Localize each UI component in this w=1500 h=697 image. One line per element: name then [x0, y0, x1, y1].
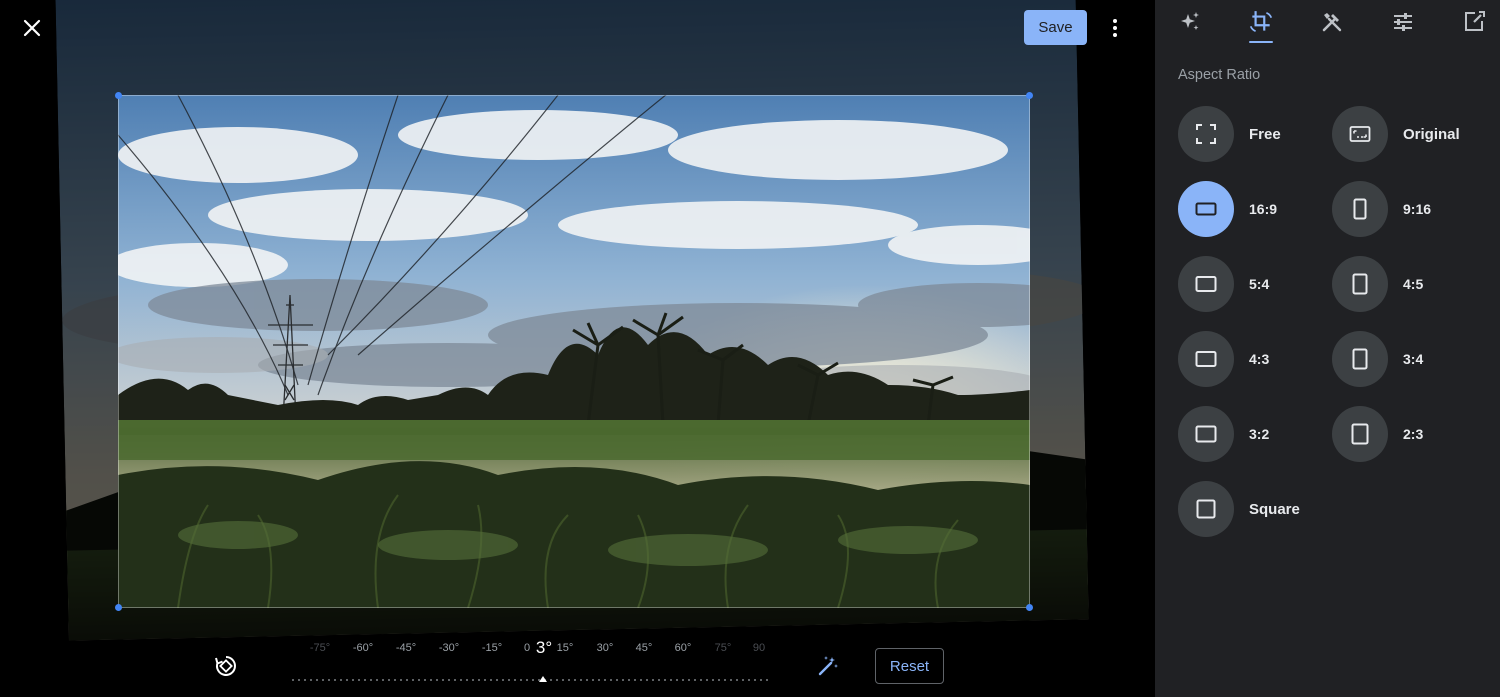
ratio-chip — [1332, 406, 1388, 462]
ratio-chip — [1178, 106, 1234, 162]
dial-tick: 90 — [752, 642, 766, 654]
ratio-chip — [1178, 181, 1234, 237]
aspect-ratio-heading: Aspect Ratio — [1178, 67, 1261, 83]
edit-tabs — [1155, 0, 1500, 44]
ratio-label: 4:3 — [1249, 351, 1270, 367]
ratio-option-original[interactable]: Original — [1332, 106, 1460, 162]
ratio-option-square[interactable]: Square — [1178, 481, 1300, 537]
close-icon — [23, 19, 41, 37]
ratio-chip — [1178, 481, 1234, 537]
ratio-option-2-3[interactable]: 2:3 — [1332, 406, 1423, 462]
ratio-option-3-4[interactable]: 3:4 — [1332, 331, 1423, 387]
landscape-icon — [1195, 425, 1217, 443]
tab-tools[interactable] — [1314, 4, 1350, 40]
ratio-chip — [1332, 331, 1388, 387]
crop-rotate-icon — [1249, 11, 1273, 33]
tab-markup[interactable] — [1456, 4, 1492, 40]
ratio-label: Square — [1249, 500, 1300, 518]
ratio-option-5-4[interactable]: 5:4 — [1178, 256, 1269, 312]
portrait-icon — [1353, 198, 1367, 220]
dial-tick: 0 — [523, 642, 531, 654]
sliders-icon — [1394, 13, 1412, 31]
crop-preview-image[interactable] — [118, 95, 1030, 608]
dial-tick: 75° — [714, 642, 732, 654]
ratio-chip — [1178, 256, 1234, 312]
dial-tick: -60° — [352, 642, 374, 654]
dial-pointer-icon — [539, 676, 547, 682]
ratio-chip — [1332, 256, 1388, 312]
more-vert-icon — [1113, 18, 1117, 37]
tab-suggestions[interactable] — [1172, 4, 1208, 40]
straighten-dial[interactable]: -75° -60° -45° -30° -15° 0 15° 30° 45° 6… — [290, 636, 770, 694]
original-ratio-icon — [1349, 126, 1371, 142]
ratio-option-3-2[interactable]: 3:2 — [1178, 406, 1269, 462]
save-button[interactable]: Save — [1024, 10, 1087, 45]
landscape-icon — [1195, 351, 1217, 367]
auto-straighten-button[interactable] — [812, 650, 844, 682]
ratio-label: 2:3 — [1403, 426, 1424, 442]
dial-tick: 60° — [674, 642, 692, 654]
rotate-icon — [215, 656, 236, 676]
tab-crop[interactable] — [1243, 4, 1279, 43]
ratio-option-16-9[interactable]: 16:9 — [1178, 181, 1277, 237]
ratio-chip — [1178, 406, 1234, 462]
landscape-icon — [1195, 202, 1217, 216]
ratio-label: Original — [1403, 125, 1460, 143]
dial-tick: 15° — [556, 642, 574, 654]
portrait-icon — [1351, 423, 1369, 445]
ratio-option-4-5[interactable]: 4:5 — [1332, 256, 1423, 312]
ratio-label: 3:4 — [1403, 351, 1424, 367]
markup-icon — [1465, 11, 1485, 31]
photo-editor: Save -75° -60° -45° -30° -15° 0 15° 30° … — [0, 0, 1155, 697]
angle-value: 3° — [533, 638, 555, 658]
ratio-option-9-16[interactable]: 9:16 — [1332, 181, 1431, 237]
dial-tick: -30° — [438, 642, 460, 654]
ratio-label: 3:2 — [1249, 426, 1270, 442]
ratio-label: 16:9 — [1249, 201, 1278, 217]
ratio-label: 9:16 — [1403, 201, 1432, 217]
auto-fix-icon — [818, 656, 838, 676]
ratio-label: 4:5 — [1403, 276, 1424, 292]
free-crop-icon — [1196, 124, 1216, 144]
close-button[interactable] — [14, 10, 50, 46]
ratio-chip — [1332, 106, 1388, 162]
ratio-label: Free — [1249, 125, 1281, 143]
tools-icon — [1322, 13, 1342, 32]
dial-tick: 30° — [596, 642, 614, 654]
ratio-label: 5:4 — [1249, 276, 1270, 292]
edit-side-panel: Aspect Ratio Free Original 16:9 9:16 5:4… — [1155, 0, 1500, 697]
dial-tick: -15° — [481, 642, 503, 654]
dial-scale — [290, 678, 770, 682]
more-options-button[interactable] — [1100, 10, 1130, 45]
dial-tick: -45° — [395, 642, 417, 654]
portrait-icon — [1352, 273, 1368, 295]
portrait-icon — [1352, 348, 1368, 370]
ratio-chip — [1332, 181, 1388, 237]
ratio-option-4-3[interactable]: 4:3 — [1178, 331, 1269, 387]
sparkle-icon — [1181, 12, 1199, 30]
reset-button[interactable]: Reset — [875, 648, 944, 684]
square-icon — [1196, 499, 1216, 519]
landscape-icon — [1195, 276, 1217, 292]
tab-adjust[interactable] — [1385, 4, 1421, 40]
dial-tick: 45° — [635, 642, 653, 654]
ratio-chip — [1178, 331, 1234, 387]
dial-tick: -75° — [309, 642, 331, 654]
rotate-button[interactable] — [210, 650, 242, 682]
ratio-option-free[interactable]: Free — [1178, 106, 1281, 162]
